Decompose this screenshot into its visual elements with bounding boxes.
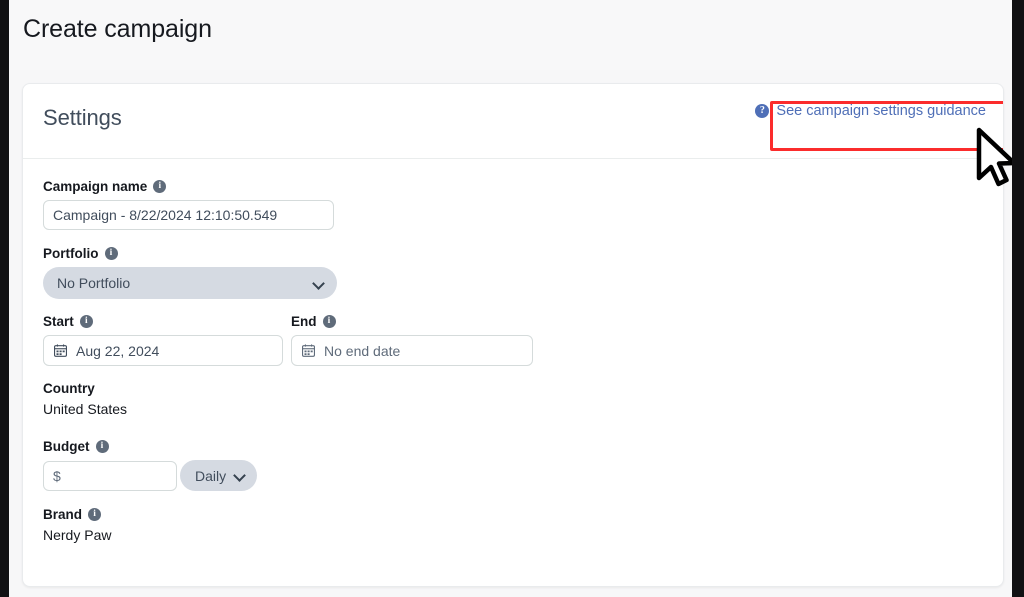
budget-amount-input[interactable] xyxy=(43,460,177,491)
field-campaign-name: Campaign name i xyxy=(43,179,334,230)
budget-row: Daily xyxy=(43,460,258,491)
start-date-value: Aug 22, 2024 xyxy=(76,342,160,359)
field-country: Country United States xyxy=(43,381,127,417)
campaign-name-input[interactable] xyxy=(43,200,334,230)
info-icon: i xyxy=(79,315,93,328)
info-icon: i xyxy=(88,508,102,521)
page-header: Create campaign xyxy=(9,0,1012,70)
country-label-text: Country xyxy=(43,381,95,396)
see-campaign-settings-guidance-link[interactable]: ? See campaign settings guidance xyxy=(746,98,995,124)
brand-value: Nerdy Paw xyxy=(43,527,112,543)
page-title: Create campaign xyxy=(23,15,212,43)
browser-bezel-left xyxy=(0,0,9,597)
brand-label-text: Brand xyxy=(43,507,83,522)
start-label: Start i xyxy=(43,314,283,329)
field-budget: Budget i Daily xyxy=(43,439,258,491)
info-icon: i xyxy=(322,315,336,328)
portfolio-label-text: Portfolio xyxy=(43,246,99,261)
page-viewport: Create campaign Settings ? See campaign … xyxy=(9,0,1012,597)
portfolio-select[interactable]: No Portfolio xyxy=(43,267,337,299)
field-end-date: End i No end date xyxy=(291,314,533,366)
end-label: End i xyxy=(291,314,533,329)
field-portfolio: Portfolio i No Portfolio xyxy=(43,246,337,299)
end-date-input[interactable]: No end date xyxy=(291,335,533,366)
end-date-value: No end date xyxy=(324,342,401,359)
campaign-name-label-text: Campaign name xyxy=(43,179,148,194)
start-date-input[interactable]: Aug 22, 2024 xyxy=(43,335,283,366)
info-icon: i xyxy=(153,180,167,193)
help-circle-icon: ? xyxy=(755,104,770,118)
budget-unit-value: Daily xyxy=(195,467,227,484)
settings-card-header: Settings ? See campaign settings guidanc… xyxy=(23,84,1003,159)
country-label: Country xyxy=(43,381,127,396)
end-label-text: End xyxy=(291,314,317,329)
settings-card: Settings ? See campaign settings guidanc… xyxy=(22,83,1004,587)
info-icon: i xyxy=(104,247,118,260)
portfolio-label: Portfolio i xyxy=(43,246,337,261)
info-icon: i xyxy=(95,440,109,453)
guidance-link-label: See campaign settings guidance xyxy=(776,103,986,119)
field-brand: Brand i Nerdy Paw xyxy=(43,507,111,543)
budget-unit-select[interactable]: Daily xyxy=(180,460,258,491)
browser-bezel-right xyxy=(1012,0,1024,597)
portfolio-selected-value: No Portfolio xyxy=(57,275,131,291)
field-start-date: Start i Aug 22, 2024 xyxy=(43,314,283,366)
country-value: United States xyxy=(43,401,128,417)
calendar-icon xyxy=(54,344,67,357)
start-label-text: Start xyxy=(43,314,74,329)
budget-label-text: Budget xyxy=(43,439,90,454)
campaign-name-label: Campaign name i xyxy=(43,179,334,194)
chevron-down-icon xyxy=(234,470,245,481)
budget-label: Budget i xyxy=(43,439,257,454)
calendar-icon xyxy=(302,344,315,357)
chevron-down-icon xyxy=(313,278,324,289)
brand-label: Brand i xyxy=(43,507,111,522)
section-title: Settings xyxy=(43,105,122,130)
